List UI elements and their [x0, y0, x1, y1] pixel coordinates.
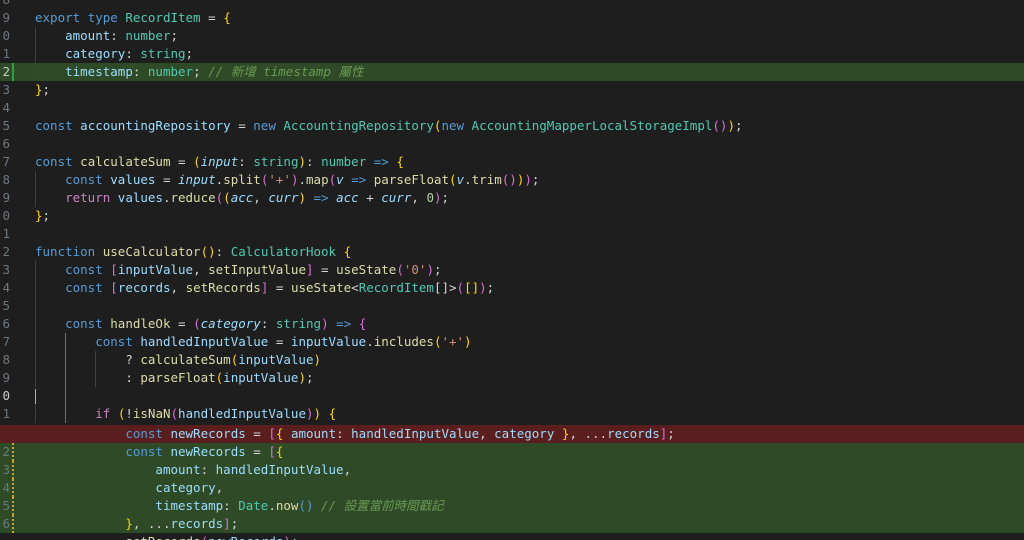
code-line[interactable]: 1 [0, 225, 1024, 243]
line-number: 2 [2, 444, 10, 459]
code-line[interactable]: setRecords(newRecords); [0, 533, 1024, 540]
indent-guide [65, 387, 66, 405]
diff-added-marker [12, 479, 14, 497]
code-editor[interactable]: 8 9 export type RecordItem = { 0 amount:… [0, 0, 1024, 540]
code-line-removed[interactable]: const newRecords = [{ amount: handledInp… [0, 425, 1024, 443]
line-number: 1 [2, 406, 10, 421]
line-number: 3 [2, 462, 10, 477]
code-line[interactable]: 8 ? calculateSum(inputValue) [0, 351, 1024, 369]
code-text: timestamp: number; // 新增 timestamp 屬性 [65, 64, 364, 79]
line-number: 4 [2, 280, 10, 295]
indent-guide [35, 297, 36, 315]
code-text: category, [155, 480, 224, 495]
code-text: setRecords(newRecords); [35, 533, 298, 540]
code-text: return values.reduce((acc, curr) => acc … [65, 190, 450, 205]
line-number: 6 [2, 516, 10, 531]
code-text: if (!isNaN(handledInputValue)) { [95, 406, 337, 421]
line-number: 0 [2, 208, 10, 223]
line-number: 8 [2, 172, 10, 187]
code-line[interactable]: 0 }; [0, 207, 1024, 225]
line-number: 9 [2, 190, 10, 205]
line-number: 4 [2, 480, 10, 495]
code-line[interactable]: 6 [0, 135, 1024, 153]
code-line[interactable]: 5 [0, 297, 1024, 315]
line-number: 3 [2, 82, 10, 97]
code-text: const values = input.split('+').map(v =>… [65, 172, 540, 187]
code-line[interactable]: 0 amount: number; [0, 27, 1024, 45]
diff-added-marker [12, 497, 14, 515]
code-text: : parseFloat(inputValue); [125, 370, 314, 385]
code-text: amount: handledInputValue, [155, 462, 352, 477]
code-line[interactable]: 3 }; [0, 81, 1024, 99]
code-line[interactable]: 3 const [inputValue, setInputValue] = us… [0, 261, 1024, 279]
code-text: const handleOk = (category: string) => { [65, 316, 367, 331]
diff-added-marker [12, 63, 14, 81]
text-cursor [35, 389, 36, 404]
code-line-added[interactable]: 6 }, ...records]; [0, 515, 1024, 533]
line-number: 7 [2, 154, 10, 169]
code-line[interactable]: 7 const handledInputValue = inputValue.i… [0, 333, 1024, 351]
line-number: 1 [2, 46, 10, 61]
diff-added-marker [12, 461, 14, 479]
code-line[interactable]: 1 category: string; [0, 45, 1024, 63]
line-number: 5 [2, 498, 10, 513]
line-number: 5 [2, 298, 10, 313]
line-number: 2 [2, 244, 10, 259]
line-number: 5 [2, 118, 10, 133]
line-number: 0 [2, 388, 10, 403]
code-text: amount: number; [65, 28, 179, 43]
code-line[interactable]: 8 [0, 0, 1024, 9]
code-line[interactable]: 9 : parseFloat(inputValue); [0, 369, 1024, 387]
code-line[interactable]: 5 const accountingRepository = new Accou… [0, 117, 1024, 135]
code-line-added[interactable]: 4 category, [0, 479, 1024, 497]
code-text: }, ...records]; [125, 516, 239, 531]
line-number: 9 [2, 10, 10, 25]
code-line[interactable]: 7 const calculateSum = (input: string): … [0, 153, 1024, 171]
code-text: }; [35, 82, 51, 97]
line-number: 0 [2, 28, 10, 43]
code-text: category: string; [65, 46, 194, 61]
code-line[interactable]: 4 [0, 99, 1024, 117]
line-number: 1 [2, 226, 10, 241]
code-text: const accountingRepository = new Account… [35, 118, 743, 133]
line-number: 4 [2, 100, 10, 115]
code-line[interactable]: 2 function useCalculator(): CalculatorHo… [0, 243, 1024, 261]
code-line[interactable]: 1 if (!isNaN(handledInputValue)) { [0, 405, 1024, 423]
line-number: 8 [2, 352, 10, 367]
line-number: 8 [0, 0, 10, 9]
line-number: 9 [2, 370, 10, 385]
code-line-current[interactable]: 0 [0, 387, 1024, 405]
code-text: }; [35, 208, 51, 223]
code-text: const handledInputValue = inputValue.inc… [95, 334, 472, 349]
code-line-added[interactable]: 5 timestamp: Date.now() // 設置當前時間戳記 [0, 497, 1024, 515]
code-line[interactable]: 4 const [records, setRecords] = useState… [0, 279, 1024, 297]
line-number: 7 [2, 334, 10, 349]
line-number: 2 [2, 64, 10, 79]
code-line[interactable]: 6 const handleOk = (category: string) =>… [0, 315, 1024, 333]
code-line-added[interactable]: 2 const newRecords = [{ [0, 443, 1024, 461]
code-text: const newRecords = [{ [125, 444, 284, 459]
code-text: const [inputValue, setInputValue] = useS… [65, 262, 442, 277]
code-text: const [records, setRecords] = useState<R… [65, 280, 495, 295]
code-line[interactable]: 9 export type RecordItem = { [0, 9, 1024, 27]
line-number: 3 [2, 262, 10, 277]
code-text: timestamp: Date.now() // 設置當前時間戳記 [155, 498, 444, 513]
code-line[interactable]: 9 return values.reduce((acc, curr) => ac… [0, 189, 1024, 207]
code-text: const newRecords = [{ amount: handledInp… [125, 426, 675, 441]
code-line-added[interactable]: 2 timestamp: number; // 新增 timestamp 屬性 [0, 63, 1024, 81]
line-number: 6 [2, 316, 10, 331]
line-number: 6 [2, 136, 10, 151]
code-text: function useCalculator(): CalculatorHook… [35, 244, 352, 259]
code-line-added[interactable]: 3 amount: handledInputValue, [0, 461, 1024, 479]
code-text: export type RecordItem = { [35, 10, 231, 25]
code-text: ? calculateSum(inputValue) [125, 352, 322, 367]
diff-added-marker [12, 443, 14, 461]
diff-added-marker [12, 515, 14, 533]
code-line[interactable]: 8 const values = input.split('+').map(v … [0, 171, 1024, 189]
code-text: const calculateSum = (input: string): nu… [35, 154, 404, 169]
